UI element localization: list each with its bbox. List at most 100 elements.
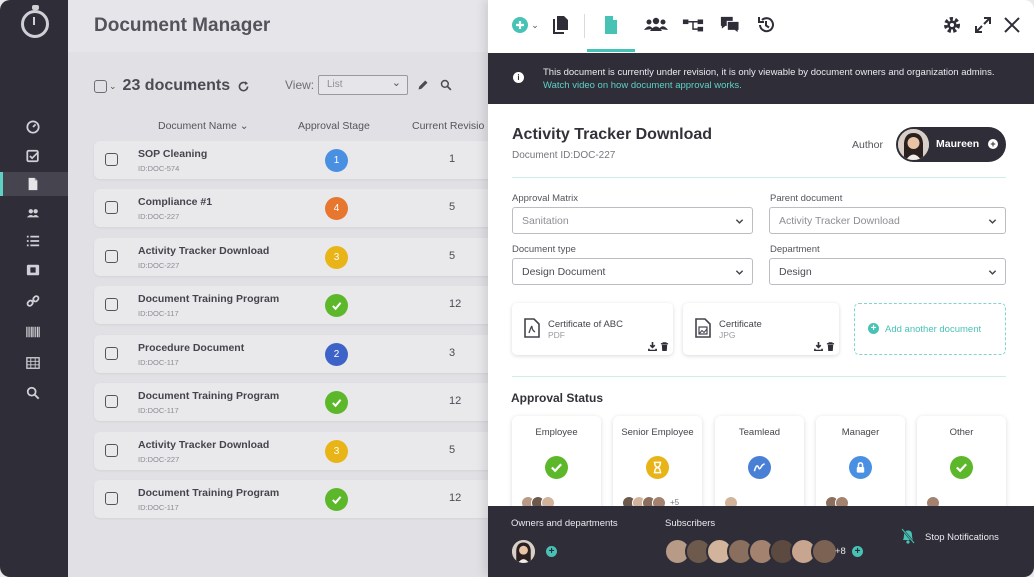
users-icon[interactable] (0, 201, 68, 225)
table-row[interactable]: Activity Tracker Download ID:DOC-227 3 5 (94, 238, 498, 276)
page-title: Document Manager (94, 15, 271, 36)
parent-document-label: Parent document (770, 193, 843, 204)
department-select[interactable]: Design (769, 258, 1006, 285)
column-header-name-label: Document Name (158, 120, 237, 132)
search-icon[interactable] (440, 79, 452, 91)
approval-card[interactable]: Teamlead (715, 416, 804, 516)
column-header-stage[interactable]: Approval Stage (298, 120, 370, 132)
row-checkbox[interactable] (105, 492, 118, 505)
attachment-card[interactable]: Certificate JPG (683, 303, 839, 355)
expand-button[interactable] (973, 13, 993, 37)
trash-icon[interactable] (826, 342, 835, 351)
copy-documents-icon (553, 16, 568, 34)
document-type-select[interactable]: Design Document (512, 258, 753, 285)
tab-users[interactable] (643, 13, 669, 37)
chevron-down-icon (988, 270, 997, 275)
document-name: Document Training Program (138, 390, 280, 402)
add-owner-icon[interactable]: + (546, 546, 557, 557)
edit-icon[interactable] (417, 79, 429, 91)
attachment-name: Certificate of ABC (548, 319, 623, 330)
row-checkbox[interactable] (105, 395, 118, 408)
approval-card[interactable]: Other (917, 416, 1006, 516)
approval-card[interactable]: Manager (816, 416, 905, 516)
parent-document-select[interactable]: Activity Tracker Download (769, 207, 1006, 234)
download-icon[interactable] (648, 342, 657, 351)
avatar[interactable] (811, 538, 838, 565)
add-icon[interactable]: + (988, 139, 998, 149)
column-header-name[interactable]: Document Name ⌄ (158, 120, 249, 132)
document-count: 23 documents (122, 77, 231, 94)
row-checkbox[interactable] (105, 250, 118, 263)
approval-card[interactable]: Employee (512, 416, 601, 516)
trash-icon[interactable] (660, 342, 669, 351)
row-checkbox[interactable] (105, 153, 118, 166)
barcode-icon[interactable] (0, 320, 68, 344)
approval-stage-badge: 2 (325, 343, 348, 366)
table-row[interactable]: Activity Tracker Download ID:DOC-227 3 5 (94, 432, 498, 470)
bell-off-icon[interactable] (901, 528, 915, 544)
tab-comments[interactable] (718, 13, 742, 37)
row-checkbox[interactable] (105, 201, 118, 214)
stop-notifications-button[interactable]: Stop Notifications (925, 532, 999, 543)
check-icon (332, 302, 342, 311)
approval-stage-badge (325, 488, 348, 511)
row-checkbox[interactable] (105, 298, 118, 311)
settings-button[interactable] (942, 13, 962, 37)
current-revision: 1 (449, 153, 456, 165)
refresh-icon[interactable] (237, 80, 250, 93)
dashboard-icon[interactable] (0, 115, 68, 139)
tab-workflow[interactable] (681, 13, 705, 37)
row-checkbox[interactable] (105, 347, 118, 360)
document-id: ID:DOC-227 (138, 455, 180, 464)
attachment-card[interactable]: Certificate of ABC PDF (512, 303, 673, 355)
author-chip[interactable]: Maureen + (896, 127, 1006, 162)
checklist-icon[interactable] (0, 229, 68, 253)
approval-card[interactable]: Senior Employee +5 (613, 416, 702, 516)
column-header-revision[interactable]: Current Revisio (412, 120, 484, 132)
tab-document[interactable] (601, 13, 621, 37)
row-checkbox[interactable] (105, 444, 118, 457)
table-row[interactable]: Document Training Program ID:DOC-117 12 (94, 286, 498, 324)
table-row[interactable]: Document Training Program ID:DOC-117 12 (94, 480, 498, 518)
list-header: Document Manager (68, 0, 498, 52)
approval-matrix-label: Approval Matrix (512, 193, 578, 204)
approval-status-title: Approval Status (511, 391, 604, 405)
chevron-down-icon: ⌄ (531, 19, 539, 30)
select-all-checkbox[interactable] (94, 79, 107, 93)
copy-document-button[interactable] (550, 13, 572, 37)
approval-role: Other (949, 427, 974, 438)
media-icon[interactable] (0, 258, 68, 282)
chevron-down-icon[interactable]: ⌄ (109, 81, 117, 92)
documents-icon[interactable] (0, 172, 68, 196)
add-subscriber-icon[interactable]: + (852, 546, 863, 557)
table-row[interactable]: Compliance #1 ID:DOC-227 4 5 (94, 189, 498, 227)
table-row[interactable]: Document Training Program ID:DOC-117 12 (94, 383, 498, 421)
avatar (898, 129, 929, 160)
attachment-extension: JPG (719, 330, 736, 340)
watch-video-link[interactable]: Watch video on how document approval wor… (543, 80, 742, 91)
link-icon[interactable] (0, 289, 68, 313)
download-icon[interactable] (814, 342, 823, 351)
approval-role: Employee (535, 427, 578, 438)
avatar[interactable] (510, 538, 537, 565)
calendar-grid-icon[interactable] (0, 351, 68, 375)
search-icon[interactable] (0, 381, 68, 405)
tasks-icon[interactable] (0, 144, 68, 168)
add-another-document-button[interactable]: + Add another document (854, 303, 1006, 355)
chevron-down-icon (735, 270, 744, 275)
view-select[interactable]: List (318, 75, 408, 95)
document-id: ID:DOC-227 (138, 261, 180, 270)
table-row[interactable]: SOP Cleaning ID:DOC-574 1 1 (94, 141, 498, 179)
tab-history[interactable] (756, 13, 776, 37)
document-name: Document Training Program (138, 293, 280, 305)
stopwatch-logo-icon[interactable] (21, 5, 49, 38)
approval-matrix-select[interactable]: Sanitation (512, 207, 753, 234)
approval-stage-badge: 1 (325, 149, 348, 172)
gear-icon (944, 17, 960, 33)
document-name: Activity Tracker Download (138, 439, 270, 451)
add-button[interactable]: ⌄ (510, 13, 540, 37)
close-button[interactable] (1002, 13, 1022, 37)
author-label: Author (852, 139, 883, 151)
list-toolbar: ⌄ 23 documents (94, 74, 250, 98)
table-row[interactable]: Procedure Document ID:DOC-117 2 3 (94, 335, 498, 373)
